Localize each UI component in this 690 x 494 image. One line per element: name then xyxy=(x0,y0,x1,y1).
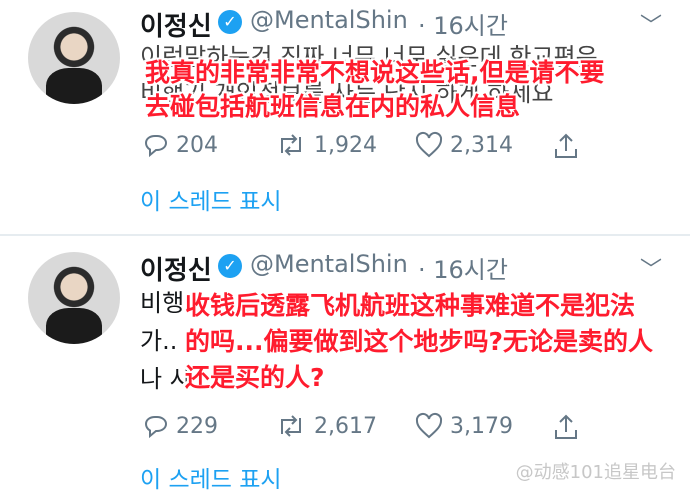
reply-count: 229 xyxy=(176,413,218,439)
share-icon xyxy=(555,133,577,158)
like-count: 2,314 xyxy=(450,132,513,158)
verified-badge-icon: ✓ xyxy=(218,10,242,34)
timestamp[interactable]: · 16시간 xyxy=(418,250,508,285)
timestamp[interactable]: · 16시간 xyxy=(418,6,508,41)
handle[interactable]: @MentalShin xyxy=(250,6,408,34)
translation-overlay: 我真的非常非常不想说这些话,但是请不要 去碰包括航班信息在内的私人信息 xyxy=(145,58,605,121)
reply-icon xyxy=(144,416,168,439)
retweet-count: 1,924 xyxy=(314,132,377,158)
reply-button[interactable]: 229 xyxy=(142,412,218,440)
handle[interactable]: @MentalShin xyxy=(250,250,408,278)
avatar[interactable] xyxy=(28,252,120,344)
like-button[interactable]: 3,179 xyxy=(414,412,513,440)
show-thread-link[interactable]: 이 스레드 표시 xyxy=(140,460,282,494)
reply-button[interactable]: 204 xyxy=(142,131,218,159)
tweet-text-line-1: 비행 xyxy=(140,289,185,317)
show-thread-link[interactable]: 이 스레드 표시 xyxy=(140,182,282,216)
display-name[interactable]: 이정신 xyxy=(140,250,212,287)
retweet-button[interactable]: 1,924 xyxy=(274,131,377,159)
share-icon xyxy=(555,414,577,439)
heart-icon xyxy=(415,131,443,158)
heart-icon xyxy=(415,412,443,439)
verified-badge-icon: ✓ xyxy=(218,254,242,278)
retweet-count: 2,617 xyxy=(314,413,377,439)
tweet-2[interactable]: 이정신 ✓ @MentalShin · 16시간 ﹀ 비행 가.. 나 사 收钱… xyxy=(0,236,690,493)
watermark: @动感101追星电台 xyxy=(515,462,676,483)
chevron-down-icon[interactable]: ﹀ xyxy=(640,8,662,40)
tweet-text-line-2: 가.. xyxy=(140,327,178,355)
reply-icon xyxy=(144,135,168,158)
share-button[interactable] xyxy=(552,412,586,442)
retweet-icon xyxy=(281,415,301,437)
like-button[interactable]: 2,314 xyxy=(414,131,513,159)
chevron-down-icon[interactable]: ﹀ xyxy=(640,252,662,284)
avatar[interactable] xyxy=(28,12,120,104)
translation-overlay: 收钱后透露飞机航班这种事难道不是犯法 的吗...偏要做到这个地步吗?无论是卖的人… xyxy=(185,291,653,392)
retweet-icon xyxy=(281,134,301,156)
like-count: 3,179 xyxy=(450,413,513,439)
display-name[interactable]: 이정신 xyxy=(140,6,212,43)
share-button[interactable] xyxy=(552,131,586,161)
retweet-button[interactable]: 2,617 xyxy=(274,412,377,440)
reply-count: 204 xyxy=(176,132,218,158)
tweet-1[interactable]: 이정신 ✓ @MentalShin · 16시간 ﹀ 이런말하는건 진짜 너무 … xyxy=(0,0,690,234)
